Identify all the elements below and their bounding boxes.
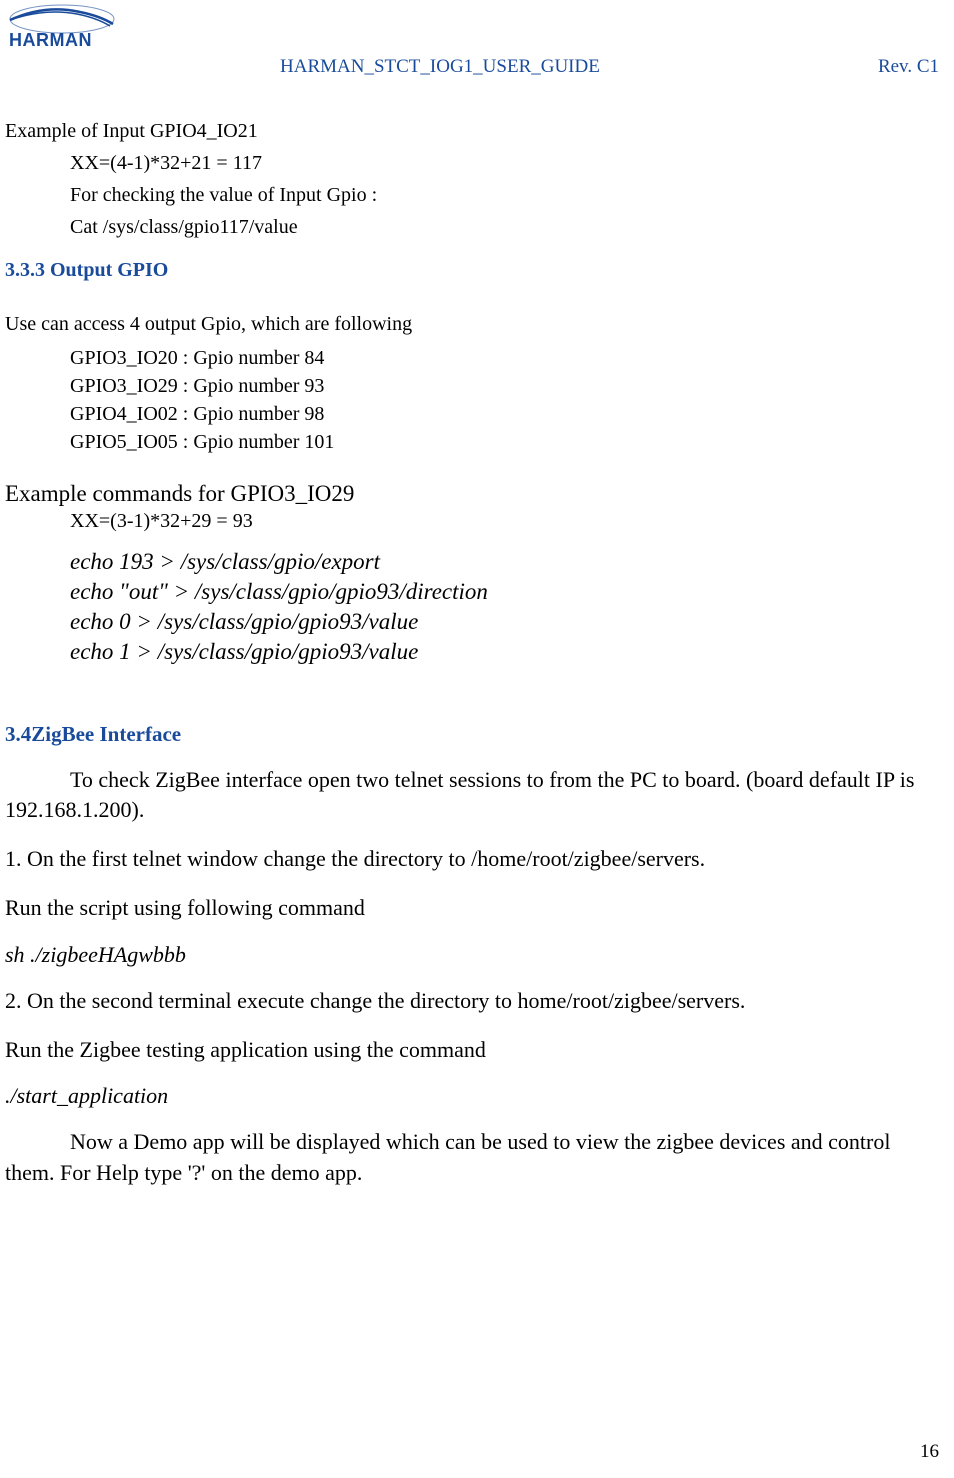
doc-title: HARMAN_STCT_IOG1_USER_GUIDE xyxy=(280,56,600,78)
echo-cmd-2: echo "out" > /sys/class/gpio/gpio93/dire… xyxy=(5,577,944,607)
sh-command: sh ./zigbeeHAgwbbb xyxy=(5,942,944,968)
revision-label: Rev. C1 xyxy=(878,56,939,78)
logo-text: HARMAN xyxy=(9,30,92,50)
output-intro: Use can access 4 output Gpio, which are … xyxy=(5,310,944,338)
run-script-text: Run the script using following command xyxy=(5,893,944,924)
gpio-item-3: GPIO4_IO02 : Gpio number 98 xyxy=(5,400,944,428)
harman-logo: HARMAN xyxy=(5,2,120,57)
example-input-title: Example of Input GPIO4_IO21 xyxy=(5,117,944,145)
gpio-list: GPIO3_IO20 : Gpio number 84 GPIO3_IO29 :… xyxy=(5,344,944,456)
section-34-heading: 3.4ZigBee Interface xyxy=(5,722,944,747)
step-1: 1. On the first telnet window change the… xyxy=(5,844,944,875)
page-number: 16 xyxy=(920,1441,939,1463)
check-value-text: For checking the value of Input Gpio : xyxy=(5,181,944,209)
start-app-command: ./start_application xyxy=(5,1083,944,1109)
gpio-item-1: GPIO3_IO20 : Gpio number 84 xyxy=(5,344,944,372)
example-cmds-title: Example commands for GPIO3_IO29 xyxy=(5,481,944,507)
section-333-heading: 3.3.3 Output GPIO xyxy=(5,259,944,282)
demo-app-span: Now a Demo app will be displayed which c… xyxy=(5,1129,890,1185)
xx-calculation-2: XX=(3-1)*32+29 = 93 xyxy=(5,507,944,535)
cat-command: Cat /sys/class/gpio117/value xyxy=(5,213,944,241)
echo-cmd-3: echo 0 > /sys/class/gpio/gpio93/value xyxy=(5,607,944,637)
zigbee-intro-text: To check ZigBee interface open two telne… xyxy=(5,767,914,823)
run-app-text: Run the Zigbee testing application using… xyxy=(5,1035,944,1066)
echo-cmd-4: echo 1 > /sys/class/gpio/gpio93/value xyxy=(5,637,944,667)
step-2: 2. On the second terminal execute change… xyxy=(5,986,944,1017)
gpio-item-2: GPIO3_IO29 : Gpio number 93 xyxy=(5,372,944,400)
zigbee-intro: To check ZigBee interface open two telne… xyxy=(5,765,944,827)
gpio-item-4: GPIO5_IO05 : Gpio number 101 xyxy=(5,428,944,456)
xx-calculation: XX=(4-1)*32+21 = 117 xyxy=(5,149,944,177)
demo-app-text: Now a Demo app will be displayed which c… xyxy=(5,1127,944,1189)
page-content: Example of Input GPIO4_IO21 XX=(4-1)*32+… xyxy=(0,117,954,1189)
echo-cmd-1: echo 193 > /sys/class/gpio/export xyxy=(5,547,944,577)
page-header: HARMAN HARMAN_STCT_IOG1_USER_GUIDE Rev. … xyxy=(0,0,954,57)
